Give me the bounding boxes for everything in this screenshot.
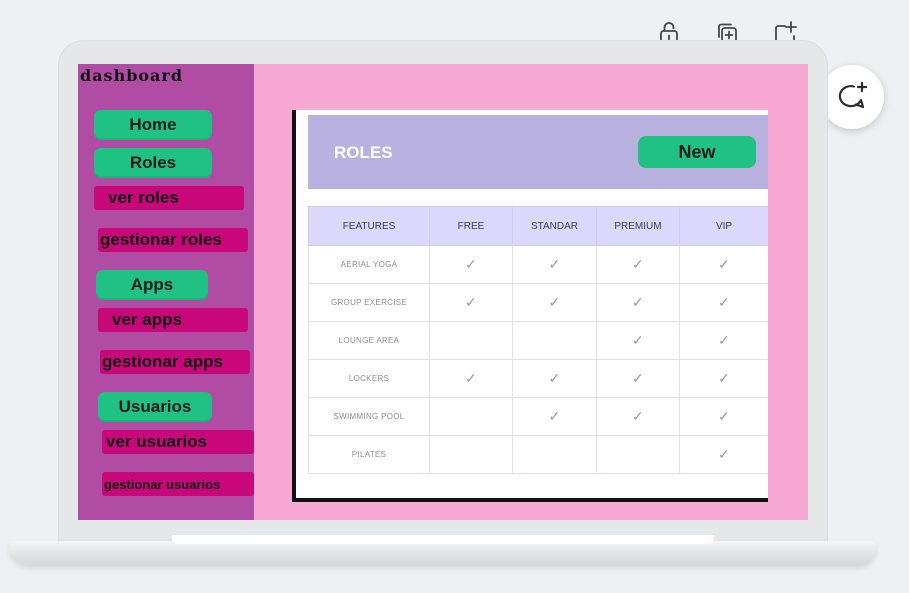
add-comment-button[interactable] — [820, 65, 884, 129]
feature-cell: LOCKERS — [308, 359, 430, 398]
checkmark-icon: ✓ — [679, 359, 768, 398]
checkmark-icon: ✓ — [679, 397, 768, 436]
checkmark-icon: ✓ — [679, 283, 768, 322]
checkmark-icon: ✓ — [679, 435, 768, 474]
empty-cell — [512, 435, 597, 474]
table-row: LOCKERS ✓ ✓ ✓ ✓ — [308, 359, 768, 398]
table-row: LOUNGE AREA ✓ ✓ — [308, 321, 768, 360]
roles-table: FEATURES FREE STANDAR PREMIUM VIP AERIAL… — [308, 206, 768, 474]
nav-home-button[interactable]: Home — [94, 110, 212, 140]
nav-ver-usuarios-link[interactable]: ver usuarios — [102, 430, 254, 454]
column-header-free: FREE — [429, 206, 513, 246]
empty-cell — [429, 321, 513, 360]
roles-table-body: AERIAL YOGA ✓ ✓ ✓ ✓ GROUP EXERCISE ✓ ✓ ✓ ✓ LOUNGE … — [308, 245, 768, 474]
feature-cell: SWIMMING POOL — [308, 397, 430, 436]
checkmark-icon: ✓ — [679, 321, 768, 360]
checkmark-icon: ✓ — [512, 397, 597, 436]
checkmark-icon: ✓ — [596, 283, 680, 322]
empty-cell — [512, 321, 597, 360]
laptop-base — [10, 541, 876, 565]
checkmark-icon: ✓ — [512, 245, 597, 284]
table-header-row: FEATURES FREE STANDAR PREMIUM VIP — [308, 206, 768, 246]
checkmark-icon: ✓ — [596, 359, 680, 398]
checkmark-icon: ✓ — [429, 283, 513, 322]
feature-cell: AERIAL YOGA — [308, 245, 430, 284]
empty-cell — [596, 435, 680, 474]
roles-card: ROLES New FEATURES FREE STANDAR PREMIUM … — [292, 110, 768, 502]
nav-gestionar-roles-link[interactable]: gestionar roles — [98, 228, 248, 252]
column-header-vip: VIP — [679, 206, 768, 246]
feature-cell: GROUP EXERCISE — [308, 283, 430, 322]
nav-ver-apps-link[interactable]: ver apps — [98, 308, 248, 332]
nav-apps-button[interactable]: Apps — [96, 270, 208, 300]
checkmark-icon: ✓ — [512, 283, 597, 322]
nav-gestionar-usuarios-link[interactable]: gestionar usuarios — [102, 472, 254, 496]
feature-cell: LOUNGE AREA — [308, 321, 430, 360]
add-comment-icon — [838, 81, 868, 109]
column-header-standar: STANDAR — [512, 206, 597, 246]
roles-title: ROLES — [334, 143, 393, 162]
checkmark-icon: ✓ — [429, 245, 513, 284]
nav-usuarios-button[interactable]: Usuarios — [98, 392, 212, 422]
table-row: AERIAL YOGA ✓ ✓ ✓ ✓ — [308, 245, 768, 284]
sidebar: dashboard Home Roles ver roles gestionar… — [78, 64, 254, 520]
checkmark-icon: ✓ — [596, 245, 680, 284]
nav-roles-button[interactable]: Roles — [94, 148, 212, 178]
empty-cell — [429, 435, 513, 474]
table-row: PILATES ✓ — [308, 435, 768, 474]
checkmark-icon: ✓ — [596, 321, 680, 360]
laptop-screen: dashboard Home Roles ver roles gestionar… — [78, 64, 808, 520]
empty-cell — [429, 397, 513, 436]
column-header-features: FEATURES — [308, 206, 430, 246]
nav-gestionar-apps-link[interactable]: gestionar apps — [100, 350, 250, 374]
nav-ver-roles-link[interactable]: ver roles — [94, 186, 244, 210]
roles-card-header: ROLES New — [308, 115, 768, 189]
table-row: GROUP EXERCISE ✓ ✓ ✓ ✓ — [308, 283, 768, 322]
laptop-notch — [172, 535, 714, 544]
checkmark-icon: ✓ — [596, 397, 680, 436]
checkmark-icon: ✓ — [679, 245, 768, 284]
column-header-premium: PREMIUM — [596, 206, 680, 246]
new-role-button[interactable]: New — [638, 136, 756, 168]
brand-title: dashboard — [80, 66, 184, 85]
checkmark-icon: ✓ — [429, 359, 513, 398]
checkmark-icon: ✓ — [512, 359, 597, 398]
feature-cell: PILATES — [308, 435, 430, 474]
table-row: SWIMMING POOL ✓ ✓ ✓ — [308, 397, 768, 436]
